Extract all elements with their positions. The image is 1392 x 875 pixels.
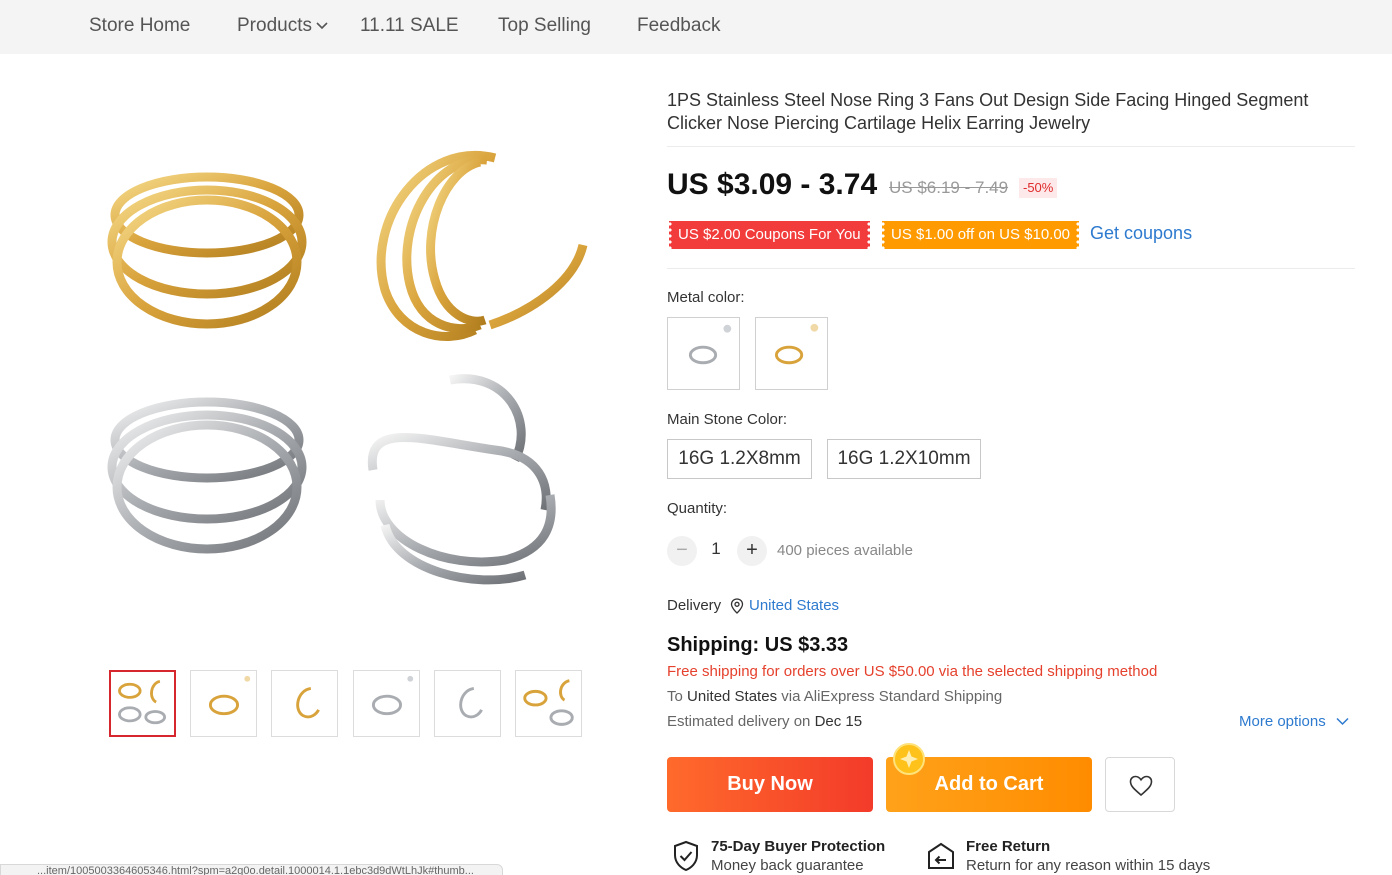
- coin-badge-icon: [893, 743, 925, 775]
- free-return-title: Free Return: [966, 838, 1051, 855]
- delivery-label: Delivery: [667, 597, 722, 614]
- chevron-down-icon: [1336, 717, 1349, 726]
- thumbnail-1[interactable]: [109, 670, 176, 737]
- route-mid: via: [777, 688, 804, 705]
- route-country: United States: [687, 688, 778, 705]
- location-pin-icon: [730, 598, 744, 614]
- quantity-decrease-button[interactable]: −: [667, 536, 697, 566]
- chevron-down-icon: [316, 22, 328, 30]
- pieces-available: 400 pieces available: [777, 542, 913, 559]
- nav-feedback[interactable]: Feedback: [637, 15, 720, 37]
- route-prefix: To: [667, 688, 688, 705]
- delivery-country-link[interactable]: United States: [749, 597, 839, 614]
- thumbnail-image: [459, 687, 483, 719]
- thumbnail-image: [296, 687, 320, 719]
- stone-option-10mm[interactable]: 16G 1.2X10mm: [827, 439, 981, 479]
- free-shipping-note: Free shipping for orders over US $50.00 …: [667, 663, 1158, 680]
- quantity-label: Quantity:: [667, 500, 728, 517]
- estimated-delivery: Estimated delivery on Dec 15: [667, 713, 862, 730]
- nav-top-selling[interactable]: Top Selling: [498, 15, 591, 37]
- store-nav-bar: Store Home Products 11.11 SALE Top Selli…: [0, 0, 1392, 54]
- status-bar-url: ...item/1005003364605346.html?spm=a2g0o.…: [0, 864, 503, 875]
- free-return-subtitle: Return for any reason within 15 days: [966, 857, 1211, 874]
- nav-store-home[interactable]: Store Home: [89, 15, 190, 37]
- thumbnail-5[interactable]: [434, 670, 501, 737]
- gold-ring-swatch: [774, 323, 819, 365]
- metal-color-label: Metal color:: [667, 289, 745, 306]
- divider: [667, 268, 1355, 269]
- product-title: 1PS Stainless Steel Nose Ring 3 Fans Out…: [667, 90, 1309, 133]
- stone-option-8mm[interactable]: 16G 1.2X8mm: [667, 439, 812, 479]
- thumbnail-4[interactable]: [353, 670, 420, 737]
- divider: [667, 146, 1355, 147]
- coupon-store[interactable]: US $1.00 off on US $10.00: [880, 221, 1081, 249]
- shipping-route: To United States via AliExpress Standard…: [667, 688, 1002, 705]
- estimate-prefix: Estimated delivery on: [667, 713, 815, 730]
- main-stone-color-label: Main Stone Color:: [667, 411, 788, 428]
- route-method: AliExpress Standard Shipping: [803, 688, 1003, 705]
- discount-badge: -50%: [1019, 178, 1058, 198]
- metal-color-gold[interactable]: [755, 317, 828, 390]
- product-price: US $3.09 - 3.74: [667, 168, 878, 201]
- quantity-value[interactable]: 1: [702, 539, 730, 559]
- thumbnail-image: [523, 679, 574, 726]
- estimate-date: Dec 15: [814, 713, 863, 730]
- heart-icon: [1129, 775, 1153, 797]
- quantity-increase-button[interactable]: +: [737, 536, 767, 566]
- silver-ring-swatch: [688, 324, 732, 365]
- shield-check-icon: [674, 840, 698, 872]
- more-options-link[interactable]: More options: [1239, 713, 1349, 730]
- original-price: US $6.19 - 7.49: [889, 178, 1009, 197]
- wishlist-button[interactable]: [1105, 757, 1175, 812]
- thumbnail-image: [371, 675, 414, 716]
- return-icon: [928, 842, 954, 869]
- buyer-protection-title: 75-Day Buyer Protection: [711, 838, 886, 855]
- nav-sale[interactable]: 11.11 SALE: [360, 15, 459, 37]
- thumbnail-image: [118, 680, 167, 725]
- nav-products[interactable]: Products: [237, 15, 328, 37]
- buy-now-button[interactable]: Buy Now: [667, 757, 873, 812]
- thumbnail-3[interactable]: [271, 670, 338, 737]
- shipping-cost: Shipping: US $3.33: [667, 634, 849, 656]
- more-options-label: More options: [1239, 713, 1326, 730]
- main-product-image[interactable]: [95, 130, 605, 610]
- coupon-for-you[interactable]: US $2.00 Coupons For You: [668, 221, 871, 249]
- get-coupons-link[interactable]: Get coupons: [1090, 223, 1192, 244]
- thumbnail-6[interactable]: [515, 670, 582, 737]
- product-photo: [107, 151, 588, 585]
- thumbnail-image: [208, 675, 251, 716]
- nav-products-label: Products: [237, 15, 312, 36]
- thumbnail-2[interactable]: [190, 670, 257, 737]
- metal-color-silver[interactable]: [667, 317, 740, 390]
- buyer-protection-subtitle: Money back guarantee: [711, 857, 864, 874]
